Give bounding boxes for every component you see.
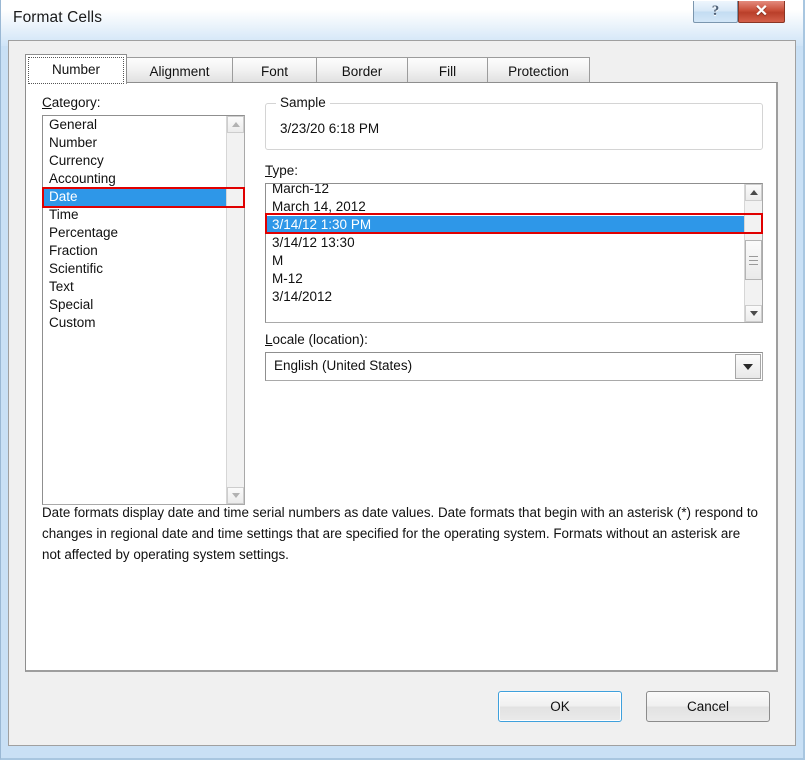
chevron-down-icon [749,311,758,316]
category-scroll-up-button[interactable] [227,116,244,133]
chevron-down-icon [743,363,753,370]
type-item[interactable]: M-12 [266,270,744,288]
type-item[interactable]: March 14, 2012 [266,198,744,216]
tab-alignment[interactable]: Alignment [126,57,233,84]
locale-combobox[interactable]: English (United States) [265,352,763,381]
close-button[interactable]: ✕ [738,1,785,23]
chevron-up-icon [749,190,758,195]
dialog-body: Number Alignment Font Border Fill Protection … [8,40,796,746]
type-item[interactable]: March-12 [266,184,744,198]
tab-label: Number [51,62,100,77]
category-item[interactable]: Date [43,188,226,206]
chevron-down-icon [231,493,240,498]
help-icon: ? [711,3,720,19]
type-list-items: March-12 March 14, 2012 3/14/12 1:30 PM 3/1… [266,184,744,306]
ok-button[interactable]: OK [498,691,622,722]
number-tab-panel: Category: General Number Currency Accountin… [25,82,778,672]
tab-fill[interactable]: Fill [407,57,488,84]
locale-label: Locale (location): [265,332,368,347]
tab-label: Protection [508,63,569,79]
type-scroll-down-button[interactable] [745,305,762,322]
type-listbox[interactable]: March-12 March 14, 2012 3/14/12 1:30 PM 3/1… [265,183,763,323]
type-item[interactable]: 3/14/12 1:30 PM [266,216,744,234]
locale-dropdown-button[interactable] [735,354,761,379]
tab-border[interactable]: Border [316,57,408,84]
type-item[interactable]: 3/14/2012 [266,288,744,306]
cancel-button[interactable]: Cancel [646,691,770,722]
type-scrollbar-thumb[interactable] [745,240,762,280]
category-item[interactable]: Fraction [43,242,226,260]
category-item[interactable]: Currency [43,152,226,170]
help-button[interactable]: ? [693,1,738,23]
tab-label: Border [341,63,383,79]
category-item[interactable]: Special [43,296,226,314]
type-scrollbar[interactable] [744,184,762,322]
type-label: Type: [265,163,299,178]
category-list-items: General Number Currency Accounting Date Time P… [43,116,226,332]
type-scroll-up-button[interactable] [745,184,762,201]
locale-selected-value: English (United States) [274,358,413,373]
category-label: Category: [42,95,101,110]
format-cells-dialog: Format Cells ? ✕ Number Alignment Font Bord… [0,0,805,760]
close-icon: ✕ [754,2,769,20]
category-item[interactable]: Scientific [43,260,226,278]
tab-font[interactable]: Font [232,57,317,84]
tab-strip: Number Alignment Font Border Fill Protection [25,54,590,84]
category-listbox[interactable]: General Number Currency Accounting Date Time P… [42,115,245,505]
grip-line-icon [749,263,758,265]
description-text: Date formats display date and time seria… [42,505,759,562]
category-item[interactable]: General [43,116,226,134]
tab-protection[interactable]: Protection [487,57,590,84]
chevron-up-icon [231,122,240,127]
type-item[interactable]: 3/14/12 13:30 [266,234,744,252]
grip-line-icon [749,255,758,257]
dialog-title: Format Cells [13,9,103,26]
tab-label: Font [260,63,288,79]
category-item[interactable]: Number [43,134,226,152]
sample-value: 3/23/20 6:18 PM [280,121,380,136]
sample-legend: Sample [276,95,330,110]
tab-number[interactable]: Number [25,54,127,84]
category-item[interactable]: Percentage [43,224,226,242]
category-item[interactable]: Text [43,278,226,296]
category-item[interactable]: Custom [43,314,226,332]
type-item[interactable]: M [266,252,744,270]
category-item[interactable]: Accounting [43,170,226,188]
category-scrollbar[interactable] [226,116,244,504]
sample-group: Sample 3/23/20 6:18 PM [265,95,763,150]
tab-label: Fill [438,63,457,79]
tab-label: Alignment [149,63,210,79]
grip-line-icon [749,259,758,261]
category-item[interactable]: Time [43,206,226,224]
